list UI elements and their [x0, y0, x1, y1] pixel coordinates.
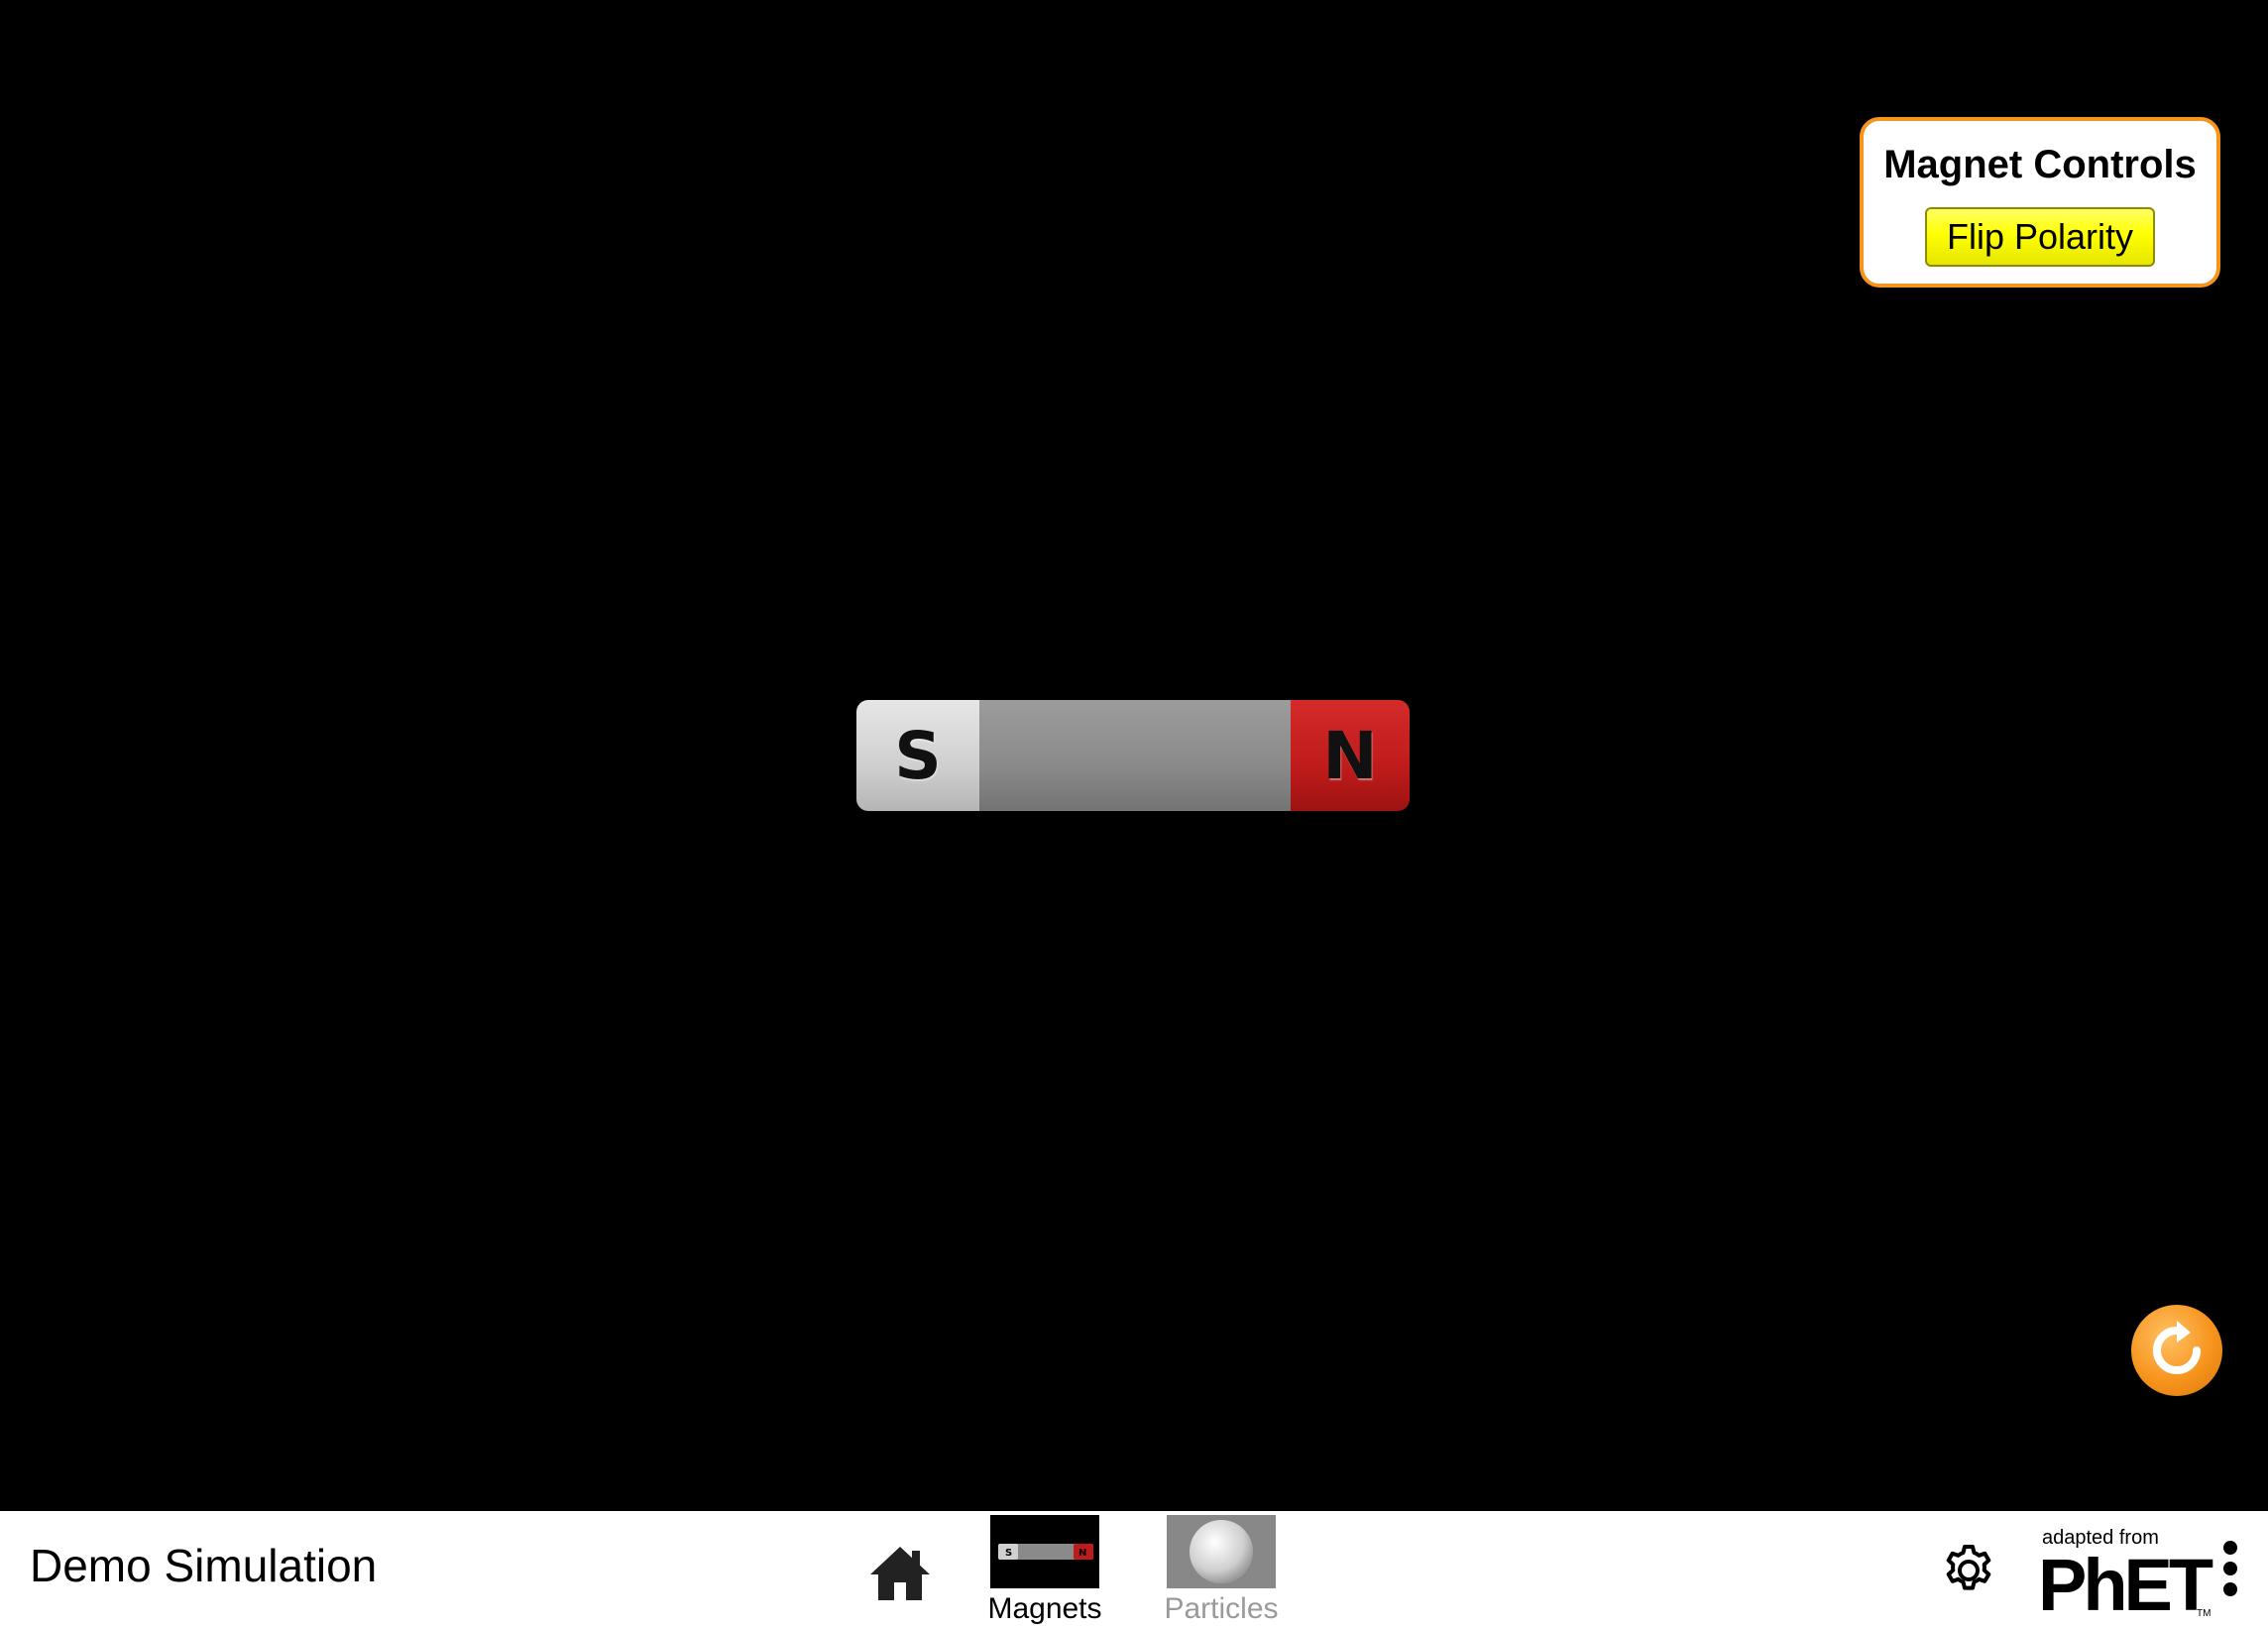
simulation-title: Demo Simulation	[30, 1540, 378, 1591]
tab-magnets-label: Magnets	[987, 1592, 1102, 1625]
magnet-body	[979, 700, 1291, 811]
settings-button[interactable]	[1939, 1541, 1998, 1600]
tab-particles-label: Particles	[1164, 1592, 1279, 1625]
gear-icon	[1946, 1545, 1991, 1590]
south-pole: S	[856, 700, 979, 811]
svg-text:S: S	[1005, 1548, 1012, 1559]
phet-logo[interactable]: adapted from PhET TM	[2038, 1525, 2213, 1626]
svg-text:N: N	[1078, 1548, 1086, 1559]
tab-magnets[interactable]: S N Magnets	[987, 1515, 1102, 1630]
simulation-play-area: Magnet Controls Flip Polarity S N	[0, 0, 2268, 1511]
menu-button[interactable]	[2216, 1541, 2244, 1604]
vertical-dots-icon	[2216, 1541, 2244, 1596]
south-pole-label: S	[894, 717, 942, 794]
north-pole: N	[1291, 700, 1410, 811]
bar-magnet[interactable]: S N	[856, 700, 1410, 811]
logo-name: PhET	[2038, 1544, 2213, 1626]
reset-all-button[interactable]	[2131, 1305, 2222, 1396]
home-icon	[870, 1547, 930, 1600]
logo-trademark: TM	[2197, 1608, 2211, 1619]
reset-all-icon	[2153, 1321, 2201, 1374]
tab-particles[interactable]: Particles	[1164, 1515, 1279, 1630]
bar-magnet-icon: S N	[990, 1515, 1099, 1588]
flip-polarity-button[interactable]: Flip Polarity	[1925, 207, 2155, 267]
panel-title: Magnet Controls	[1883, 143, 2197, 186]
magnet-controls-panel: Magnet Controls Flip Polarity	[1860, 117, 2220, 288]
home-button[interactable]	[868, 1543, 932, 1602]
navigation-bar: Demo Simulation S N Magnets Particles ad…	[0, 1511, 2268, 1630]
sphere-icon	[1167, 1515, 1276, 1588]
north-pole-label: N	[1322, 717, 1378, 794]
